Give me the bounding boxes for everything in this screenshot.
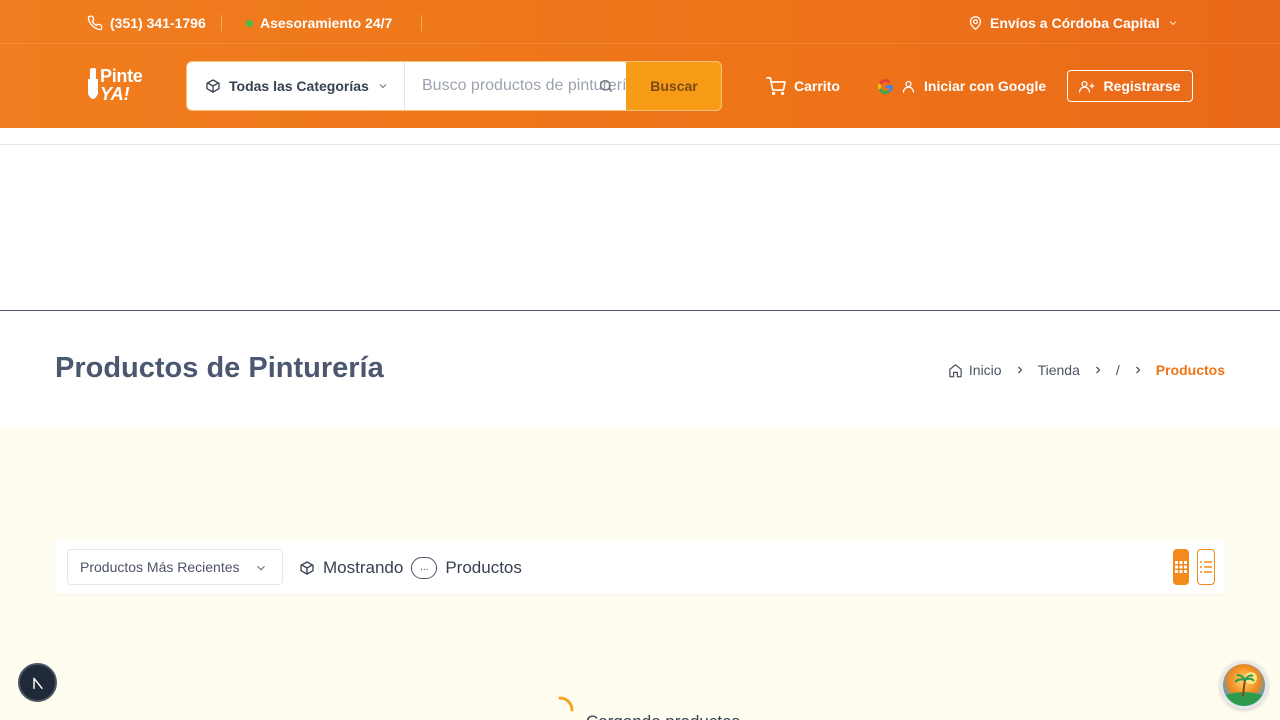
sort-select[interactable]: Productos Más Recientes xyxy=(67,549,283,585)
chevron-right-icon xyxy=(1017,366,1022,374)
phone-icon xyxy=(87,15,103,31)
products-toolbar: Productos Más Recientes Mostrando ... Pr… xyxy=(55,540,1225,594)
list-icon xyxy=(1200,561,1212,573)
category-label: Todas las Categorías xyxy=(229,78,369,94)
cart-icon xyxy=(766,77,786,95)
accessibility-button[interactable] xyxy=(18,663,57,702)
register-button[interactable]: Registrarse xyxy=(1067,70,1193,102)
user-icon xyxy=(902,80,915,93)
logo-text-bottom: YA! xyxy=(100,84,130,104)
grid-view-button[interactable] xyxy=(1173,549,1189,585)
divider xyxy=(221,15,222,31)
results-count: Mostrando ... Productos xyxy=(299,557,522,579)
loading-indicator: Cargando productos... xyxy=(546,696,754,720)
box-icon xyxy=(206,79,220,93)
count-badge: ... xyxy=(411,557,438,579)
shipping-location-dropdown[interactable]: Envíos a Córdoba Capital xyxy=(968,14,1179,32)
search-input[interactable] xyxy=(406,62,626,110)
chevron-down-icon xyxy=(257,565,265,571)
site-header: (351) 341-1796 Asesoramiento 24/7 Envíos… xyxy=(0,0,1280,128)
paintbrush-icon xyxy=(88,68,98,99)
cart-link[interactable]: Carrito xyxy=(766,76,840,96)
online-status-dot xyxy=(246,19,253,27)
google-icon xyxy=(878,78,893,94)
breadcrumb-current: Productos xyxy=(1155,362,1225,378)
grid-icon xyxy=(1175,561,1187,573)
box-icon xyxy=(300,561,314,575)
map-pin-icon xyxy=(969,16,982,30)
shipping-label: Envíos a Córdoba Capital xyxy=(990,15,1160,31)
breadcrumb-shop[interactable]: Tienda xyxy=(1038,362,1080,378)
top-bar: (351) 341-1796 Asesoramiento 24/7 Envíos… xyxy=(0,0,1280,44)
breadcrumb-home[interactable]: Inicio xyxy=(948,362,1002,378)
search-bar: Todas las Categorías Buscar xyxy=(186,61,722,111)
loading-text: Cargando productos... xyxy=(586,712,754,720)
register-label: Registrarse xyxy=(1103,78,1181,94)
phone-number: (351) 341-1796 xyxy=(110,15,206,31)
chevron-right-icon xyxy=(1135,366,1141,374)
breadcrumb-separator: / xyxy=(1115,362,1120,378)
sort-selected-label: Productos Más Recientes xyxy=(80,559,240,575)
loading-spinner-icon xyxy=(558,696,574,712)
breadcrumb-label: Inicio xyxy=(968,362,1002,378)
divider xyxy=(421,15,422,31)
arrow-up-left-icon xyxy=(32,677,43,689)
palm-tree-avatar-icon xyxy=(1223,672,1265,706)
showing-prefix: Mostrando xyxy=(323,558,404,577)
google-login-label: Iniciar con Google xyxy=(924,78,1047,94)
site-logo[interactable]: Pinte YA! xyxy=(86,66,158,106)
divider xyxy=(0,144,1280,145)
category-select[interactable]: Todas las Categorías xyxy=(187,62,405,110)
list-view-button[interactable] xyxy=(1197,549,1215,585)
phone-link[interactable]: (351) 341-1796 xyxy=(87,14,206,32)
support-label: Asesoramiento 24/7 xyxy=(260,15,393,31)
chevron-right-icon xyxy=(1095,366,1101,374)
page-title: Productos de Pinturería xyxy=(55,352,384,384)
search-icon[interactable] xyxy=(598,78,614,94)
home-icon xyxy=(949,363,962,377)
cart-label: Carrito xyxy=(794,78,840,94)
chat-assistant-button[interactable] xyxy=(1220,661,1268,709)
chevron-down-icon xyxy=(379,84,387,89)
showing-suffix: Productos xyxy=(445,558,522,577)
search-button[interactable]: Buscar xyxy=(626,62,721,110)
support-info: Asesoramiento 24/7 xyxy=(246,14,392,32)
chevron-down-icon xyxy=(1169,21,1176,26)
divider xyxy=(0,310,1280,311)
google-login-button[interactable]: Iniciar con Google xyxy=(878,76,1046,96)
breadcrumb: Inicio Tienda / Productos xyxy=(948,360,1225,380)
user-plus-icon xyxy=(1079,80,1095,93)
